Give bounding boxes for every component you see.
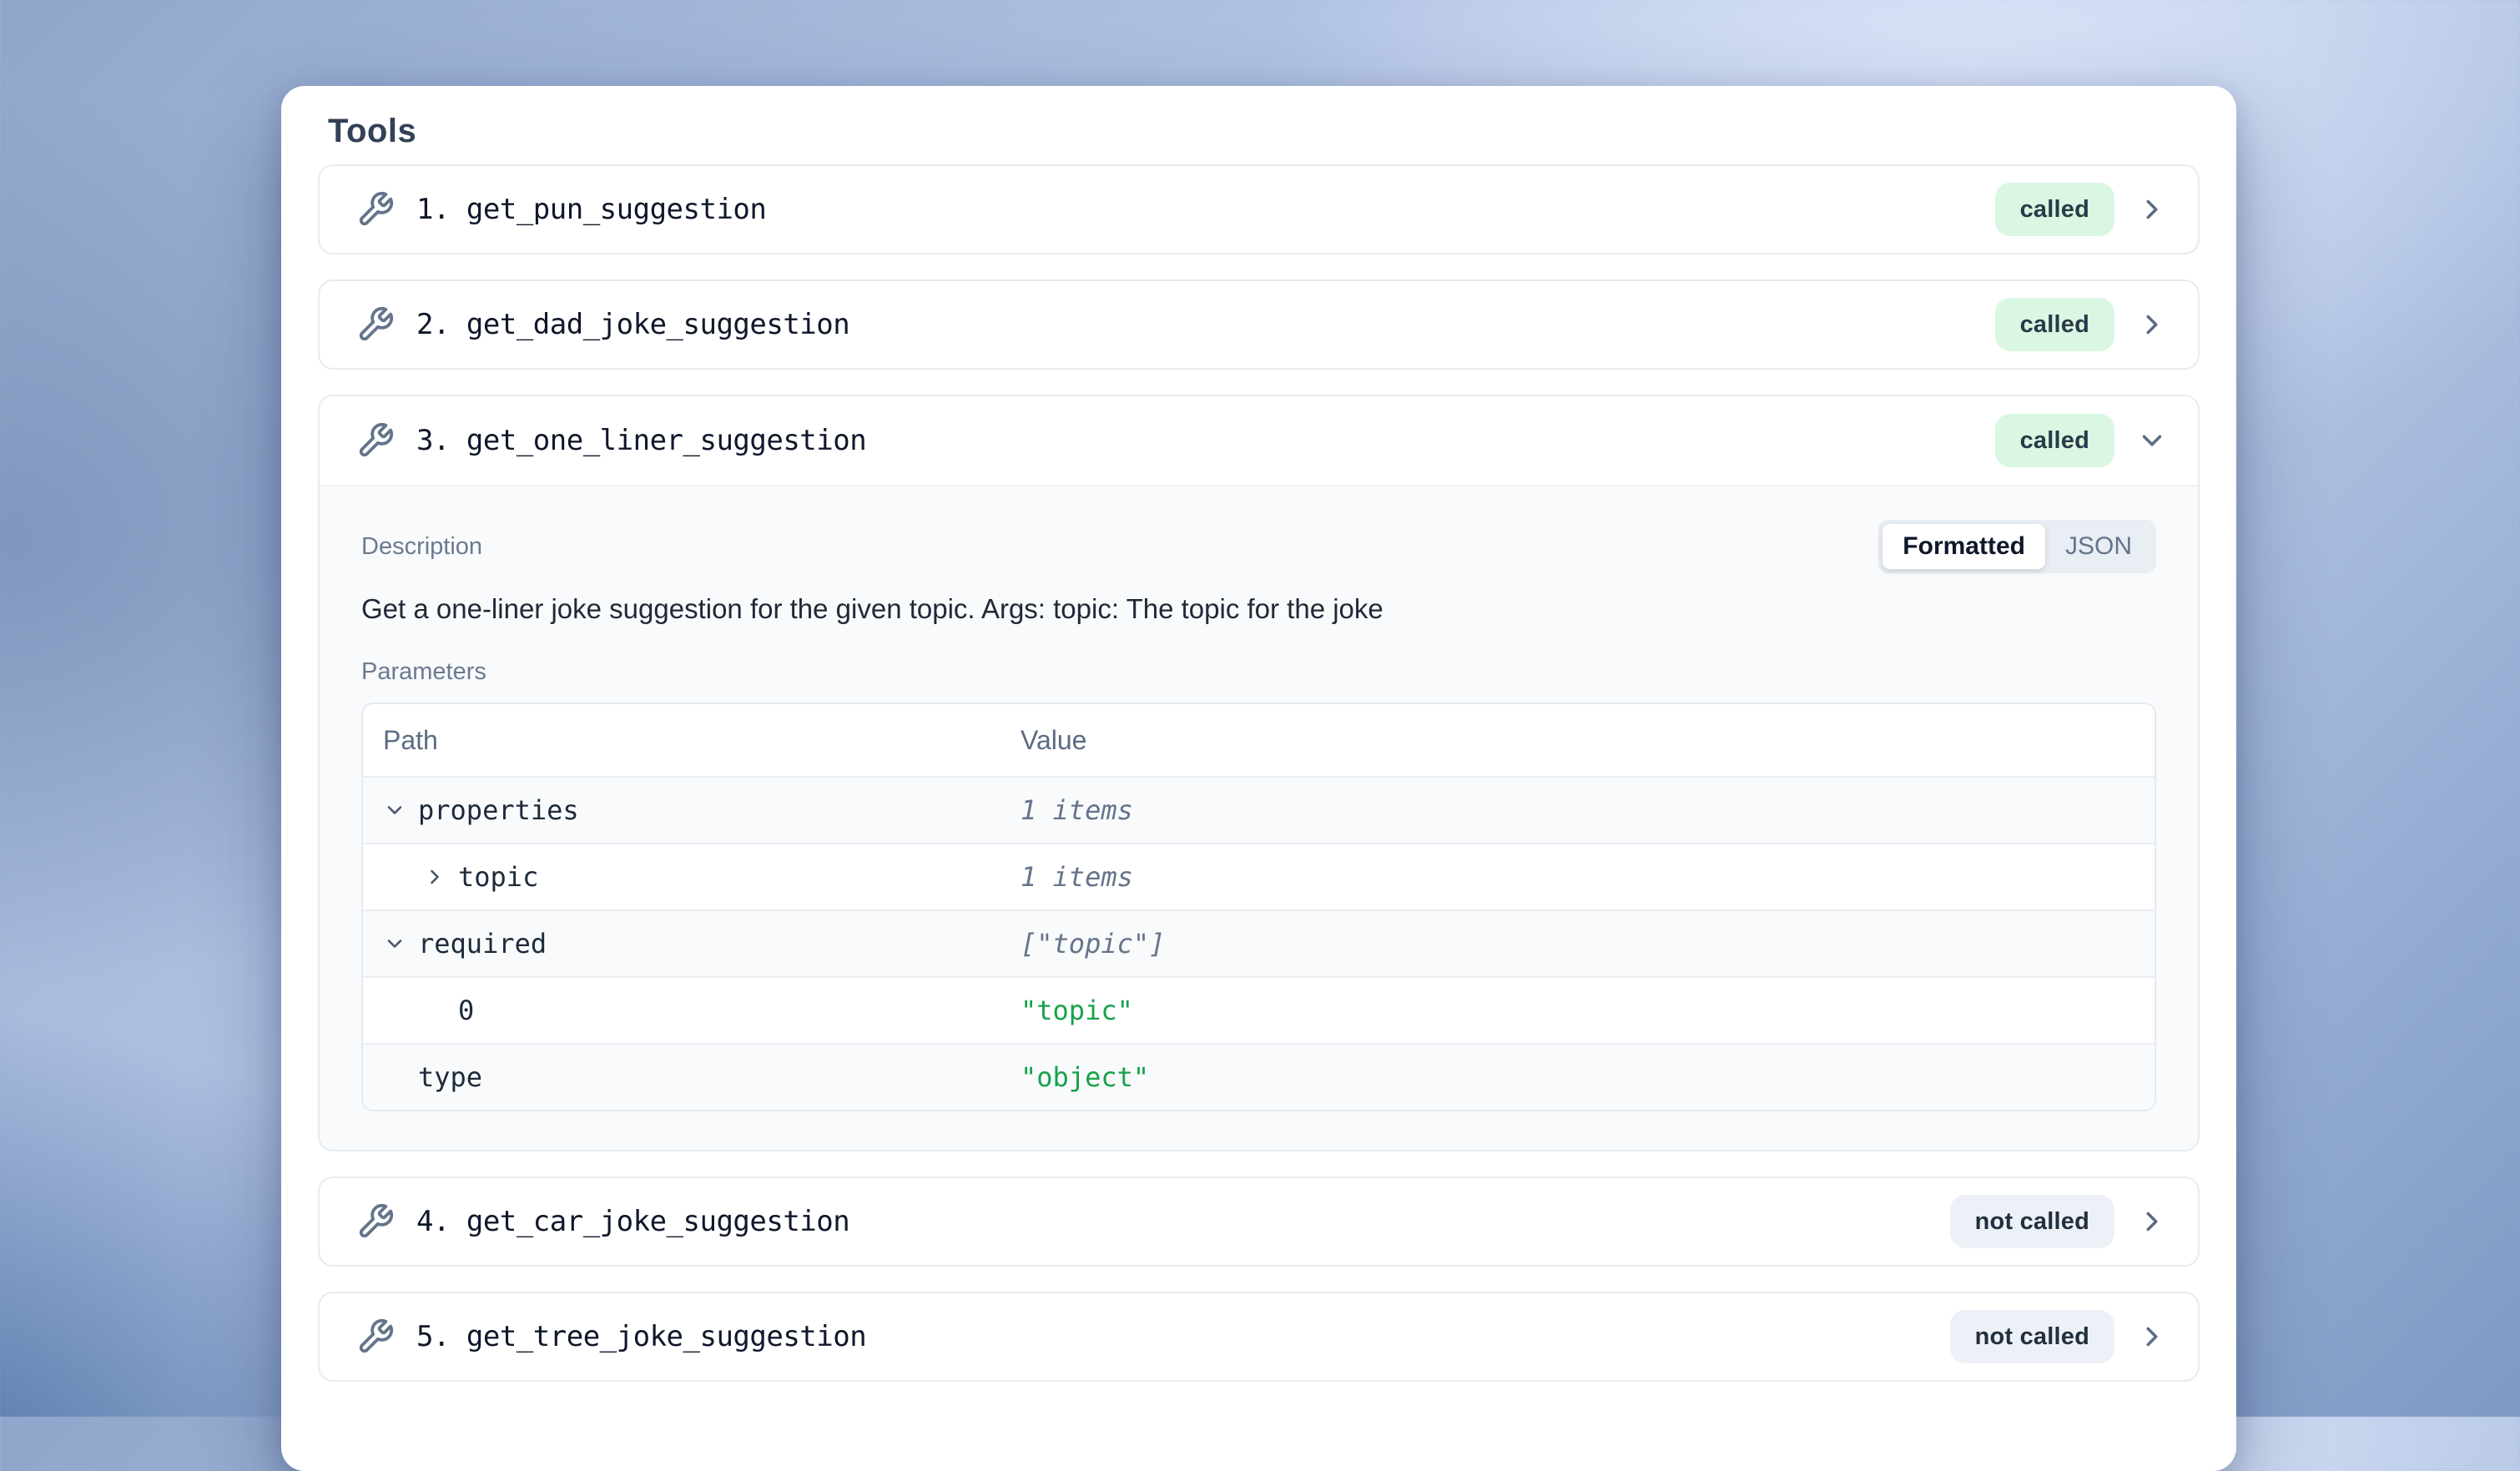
tool-row-2[interactable]: 2. get_dad_joke_suggestion called — [318, 280, 2200, 370]
param-value: 1 items — [1021, 794, 2155, 826]
tool-row-4[interactable]: 4. get_car_joke_suggestion not called — [318, 1176, 2200, 1267]
tool-row-3[interactable]: 3. get_one_liner_suggestion called — [320, 396, 2198, 486]
param-value: "topic" — [1021, 995, 2155, 1026]
chevron-right-icon — [2136, 1206, 2168, 1237]
tool-name: 1. get_pun_suggestion — [416, 193, 766, 226]
param-key: properties — [418, 794, 579, 826]
tool-row-1-left: 1. get_pun_suggestion — [356, 190, 766, 229]
param-row-required[interactable]: required ["topic"] — [363, 909, 2155, 976]
param-row-topic[interactable]: topic 1 items — [363, 843, 2155, 909]
wrench-icon — [356, 421, 395, 460]
tool-row-1[interactable]: 1. get_pun_suggestion called — [318, 164, 2200, 254]
wrench-icon — [356, 305, 395, 344]
chevron-right-icon — [2136, 1321, 2168, 1353]
tool-name: 3. get_one_liner_suggestion — [416, 424, 866, 457]
parameters-label: Parameters — [361, 658, 2156, 686]
parameters-table: Path Value properties 1 items — [361, 703, 2156, 1111]
description-label: Description — [361, 533, 482, 561]
chevron-right-icon — [2136, 194, 2168, 225]
tool-name: 2. get_dad_joke_suggestion — [416, 308, 849, 341]
table-header-row: Path Value — [363, 704, 2155, 776]
param-value: "object" — [1021, 1061, 2155, 1093]
param-value: 1 items — [1021, 861, 2155, 893]
param-value: ["topic"] — [1021, 928, 2155, 960]
tool-row-5-left: 5. get_tree_joke_suggestion — [356, 1317, 866, 1356]
param-key: 0 — [458, 995, 474, 1026]
chevron-down-icon — [383, 798, 406, 822]
toggle-formatted-button[interactable]: Formatted — [1882, 524, 2045, 569]
param-row-type: type "object" — [363, 1043, 2155, 1110]
status-badge: called — [1995, 298, 2114, 351]
tool-row-1-right: called — [1995, 183, 2168, 236]
panel-title: Tools — [328, 111, 2200, 151]
tool-detail-panel: Description Formatted JSON Get a one-lin… — [320, 486, 2198, 1150]
param-key: topic — [458, 861, 538, 893]
param-row-0: 0 "topic" — [363, 976, 2155, 1043]
param-key: required — [418, 928, 547, 960]
chevron-right-icon — [2136, 309, 2168, 340]
chevron-right-icon — [423, 865, 446, 889]
param-key: type — [418, 1061, 482, 1093]
tool-row-3-group: 3. get_one_liner_suggestion called Descr… — [318, 395, 2200, 1151]
wrench-icon — [356, 1202, 395, 1241]
tool-row-2-left: 2. get_dad_joke_suggestion — [356, 305, 849, 344]
tool-row-2-right: called — [1995, 298, 2168, 351]
value-column-header: Value — [1021, 725, 2155, 756]
tool-row-5[interactable]: 5. get_tree_joke_suggestion not called — [318, 1292, 2200, 1382]
tool-description: Get a one-liner joke suggestion for the … — [361, 593, 2156, 625]
status-badge: not called — [1950, 1195, 2114, 1248]
tool-row-5-right: not called — [1950, 1310, 2168, 1363]
tool-row-3-left: 3. get_one_liner_suggestion — [356, 421, 866, 460]
tool-row-4-left: 4. get_car_joke_suggestion — [356, 1202, 849, 1241]
status-badge: not called — [1950, 1310, 2114, 1363]
wrench-icon — [356, 190, 395, 229]
status-badge: called — [1995, 414, 2114, 467]
wrench-icon — [356, 1317, 395, 1356]
view-toggle: Formatted JSON — [1878, 520, 2156, 573]
toggle-json-button[interactable]: JSON — [2045, 524, 2152, 569]
path-column-header: Path — [363, 725, 1021, 756]
tool-name: 4. get_car_joke_suggestion — [416, 1205, 849, 1238]
status-badge: called — [1995, 183, 2114, 236]
tool-name: 5. get_tree_joke_suggestion — [416, 1320, 866, 1353]
tool-row-3-right: called — [1995, 414, 2168, 467]
param-row-properties[interactable]: properties 1 items — [363, 776, 2155, 843]
chevron-down-icon — [383, 932, 406, 955]
tool-row-4-right: not called — [1950, 1195, 2168, 1248]
chevron-down-icon — [2136, 425, 2168, 456]
tools-panel: Tools 1. get_pun_suggestion called — [281, 86, 2236, 1471]
